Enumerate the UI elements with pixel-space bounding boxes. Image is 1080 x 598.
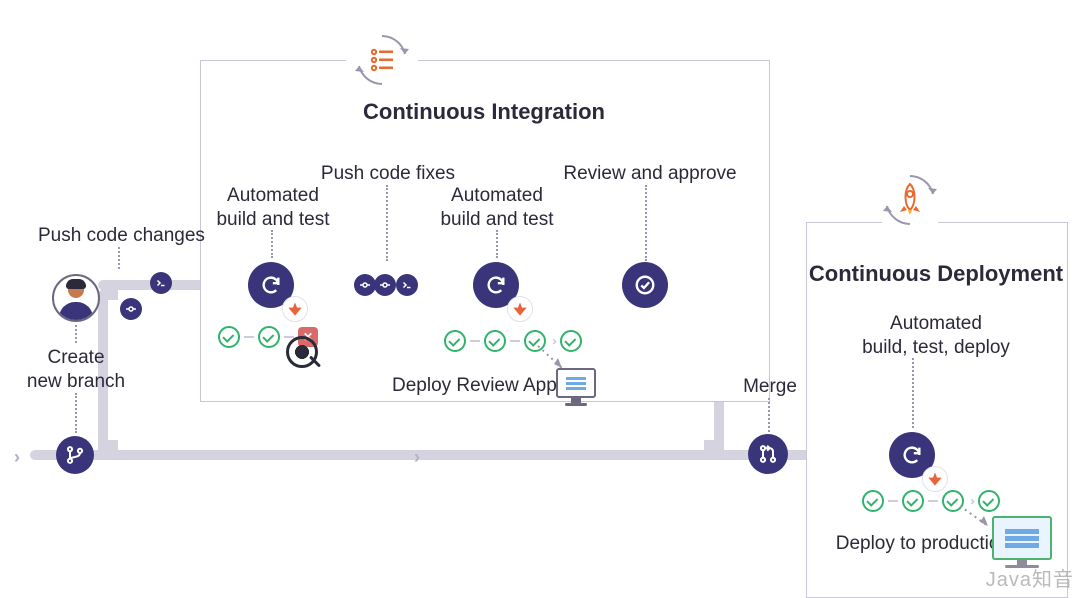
label-build-test-2: Automated build and test [432,184,562,232]
gitlab-runner-icon [512,301,528,317]
check-circle-icon [218,326,240,348]
dots-bt1 [271,230,273,258]
dots-cd [912,358,914,428]
dots-review [645,185,647,261]
diagram-stage: { "colors": { "primary": "#3a357a", "pip… [0,0,1080,598]
commit-dot-2a [354,274,376,296]
cd-cycle-badge [874,164,946,236]
label-deploy-prod: Deploy to production [820,532,1010,556]
label-review: Review and approve [560,162,740,186]
label-build-test-1: Automated build and test [208,184,338,232]
dots-push-fixes [386,185,388,261]
user-avatar-icon [52,274,100,322]
dots-push-changes [118,247,120,269]
merge-request-icon [758,444,778,464]
dots-bt2 [496,230,498,258]
label-push-fixes: Push code fixes [318,162,458,186]
terminal-icon [155,277,167,289]
ci-cycle-badge [346,24,418,96]
node-branch [56,436,94,474]
check-circle-icon [484,330,506,352]
gitlab-runner-icon [927,471,943,487]
commit-dot-1 [120,298,142,320]
dots-merge [768,398,770,432]
check-circle-icon [634,274,656,296]
ci-title: Continuous Integration [200,98,768,126]
node-merge [748,434,788,474]
prod-monitor-icon [992,516,1052,568]
cd-title: Continuous Deployment [806,260,1066,288]
rocket-cycle-icon [880,170,940,230]
git-branch-icon [65,445,85,465]
watermark: Java知音 [986,563,1074,592]
commit-icon [125,303,137,315]
label-push-changes: Push code changes [38,224,208,248]
gitlab-runner-3 [922,466,948,492]
terminal-dot-2 [396,274,418,296]
gitlab-runner-2 [507,296,533,322]
commit-icon [379,279,391,291]
refresh-cycle-icon [485,274,507,296]
check-circle-icon [862,490,884,512]
check-circle-icon [258,326,280,348]
commit-icon [359,279,371,291]
node-review [622,262,668,308]
refresh-cycle-icon [901,444,923,466]
gitlab-runner-1 [282,296,308,322]
gitlab-runner-icon [287,301,303,317]
label-deploy-review: Deploy Review App [392,374,552,398]
refresh-cycle-icon [352,30,412,90]
label-merge: Merge [740,375,800,399]
bug-magnifier-icon [286,336,320,370]
commit-dot-2b [374,274,396,296]
label-auto-deploy: Automated build, test, deploy [826,312,1046,360]
dots-to-prod-monitor [958,504,992,530]
refresh-cycle-icon [260,274,282,296]
terminal-dot-1 [150,272,172,294]
check-circle-icon [902,490,924,512]
terminal-icon [401,279,413,291]
dots-avatar [75,325,77,343]
review-monitor-icon [556,368,596,406]
label-create-branch: Create new branch [20,346,132,394]
check-circle-icon [444,330,466,352]
dots-branch [75,393,77,433]
